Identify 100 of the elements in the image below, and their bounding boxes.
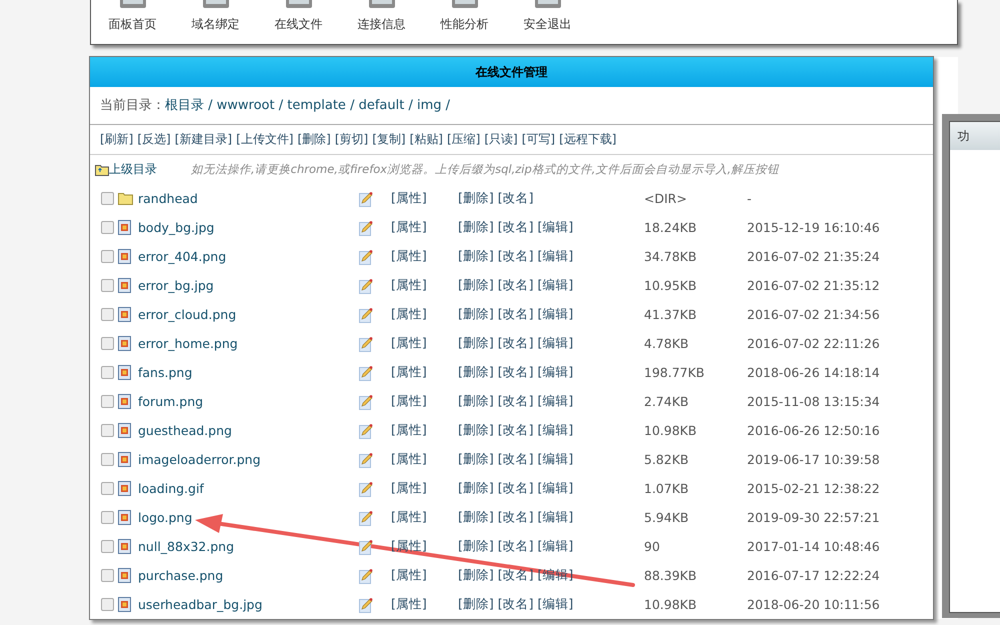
row-action-link[interactable]: [编辑]	[538, 422, 574, 439]
row-action-link[interactable]: [删除]	[458, 219, 494, 236]
toolbar-icon[interactable]	[532, 0, 562, 10]
toolbar-label[interactable]: 性能分析	[440, 16, 488, 33]
row-checkbox[interactable]	[100, 250, 114, 263]
row-action-link[interactable]: [编辑]	[538, 393, 574, 410]
file-name-link[interactable]: loading.gif	[138, 481, 359, 496]
row-action-link[interactable]: [删除]	[458, 393, 494, 410]
row-action-link[interactable]: [删除]	[458, 248, 494, 265]
properties-link[interactable]: [属性]	[391, 335, 458, 352]
row-action-link[interactable]: [改名]	[498, 190, 534, 207]
action-link[interactable]: [上传文件]	[236, 125, 294, 154]
pencil-icon[interactable]	[359, 596, 373, 612]
properties-link[interactable]: [属性]	[391, 190, 458, 207]
properties-link[interactable]: [属性]	[391, 596, 458, 613]
row-action-link[interactable]: [改名]	[498, 422, 534, 439]
row-action-link[interactable]: [编辑]	[538, 248, 574, 265]
row-checkbox[interactable]	[100, 598, 114, 611]
file-name-link[interactable]: randhead	[138, 191, 359, 206]
properties-link[interactable]: [属性]	[391, 480, 458, 497]
row-action-link[interactable]: [删除]	[458, 306, 494, 323]
row-action-link[interactable]: [编辑]	[538, 277, 574, 294]
pencil-icon[interactable]	[359, 248, 373, 264]
row-action-link[interactable]: [删除]	[458, 567, 494, 584]
properties-link[interactable]: [属性]	[391, 364, 458, 381]
row-checkbox[interactable]	[100, 308, 114, 321]
row-action-link[interactable]: [编辑]	[538, 509, 574, 526]
row-checkbox[interactable]	[100, 221, 114, 234]
pencil-icon[interactable]	[359, 568, 373, 584]
file-name-link[interactable]: guesthead.png	[138, 423, 359, 438]
properties-link[interactable]: [属性]	[391, 306, 458, 323]
pencil-icon[interactable]	[359, 278, 373, 294]
row-action-link[interactable]: [改名]	[498, 277, 534, 294]
action-link[interactable]: [粘贴]	[410, 125, 443, 154]
pencil-icon[interactable]	[359, 394, 373, 410]
action-link[interactable]: [反选]	[137, 125, 171, 154]
row-action-link[interactable]: [改名]	[498, 480, 534, 497]
row-action-link[interactable]: [改名]	[498, 306, 534, 323]
toolbar-label[interactable]: 安全退出	[524, 16, 572, 33]
action-link[interactable]: [新建目录]	[174, 125, 232, 154]
file-name-link[interactable]: purchase.png	[138, 568, 359, 583]
action-link[interactable]: [刷新]	[100, 125, 134, 154]
pencil-icon[interactable]	[359, 190, 373, 206]
row-checkbox[interactable]	[100, 366, 114, 379]
row-action-link[interactable]: [删除]	[458, 277, 494, 294]
file-name-link[interactable]: logo.png	[138, 510, 359, 525]
row-action-link[interactable]: [删除]	[458, 190, 494, 207]
row-action-link[interactable]: [改名]	[498, 364, 534, 381]
properties-link[interactable]: [属性]	[391, 219, 458, 236]
row-action-link[interactable]: [编辑]	[538, 596, 574, 613]
row-checkbox[interactable]	[100, 395, 114, 408]
pencil-icon[interactable]	[359, 336, 373, 352]
row-action-link[interactable]: [改名]	[498, 538, 534, 555]
file-name-link[interactable]: imageloaderror.png	[138, 452, 359, 467]
row-checkbox[interactable]	[100, 453, 114, 466]
file-name-link[interactable]: error_404.png	[138, 249, 359, 264]
file-name-link[interactable]: null_88x32.png	[138, 539, 359, 554]
file-name-link[interactable]: userheadbar_bg.jpg	[138, 597, 359, 612]
pencil-icon[interactable]	[359, 480, 373, 496]
action-link[interactable]: [远程下载]	[559, 125, 616, 154]
row-checkbox[interactable]	[100, 540, 114, 553]
action-link[interactable]: [删除]	[298, 125, 331, 154]
toolbar-icon[interactable]	[200, 0, 230, 10]
file-name-link[interactable]: error_bg.jpg	[138, 278, 359, 293]
file-name-link[interactable]: body_bg.jpg	[138, 220, 359, 235]
row-action-link[interactable]: [删除]	[458, 596, 494, 613]
action-link[interactable]: [剪切]	[334, 125, 368, 154]
properties-link[interactable]: [属性]	[391, 248, 458, 265]
row-action-link[interactable]: [改名]	[498, 567, 534, 584]
row-action-link[interactable]: [删除]	[458, 509, 494, 526]
row-action-link[interactable]: [删除]	[458, 538, 494, 555]
action-link[interactable]: [复制]	[372, 125, 406, 154]
row-action-link[interactable]: [编辑]	[538, 364, 574, 381]
pencil-icon[interactable]	[359, 306, 373, 322]
row-checkbox[interactable]	[100, 511, 114, 524]
properties-link[interactable]: [属性]	[391, 451, 458, 468]
row-action-link[interactable]: [改名]	[498, 393, 534, 410]
toolbar-label[interactable]: 面板首页	[108, 16, 156, 33]
pencil-icon[interactable]	[359, 364, 373, 380]
pencil-icon[interactable]	[359, 220, 373, 236]
action-link[interactable]: [只读]	[484, 125, 518, 154]
action-link[interactable]: [可写]	[522, 125, 556, 154]
pencil-icon[interactable]	[359, 538, 373, 554]
row-action-link[interactable]: [改名]	[498, 596, 534, 613]
breadcrumb-path[interactable]: 根目录 / wwwroot / template / default / img /	[165, 98, 450, 113]
row-checkbox[interactable]	[100, 569, 114, 582]
row-action-link[interactable]: [删除]	[458, 364, 494, 381]
toolbar-icon[interactable]	[450, 0, 480, 10]
row-action-link[interactable]: [改名]	[498, 219, 534, 236]
toolbar-label[interactable]: 域名绑定	[192, 16, 240, 33]
properties-link[interactable]: [属性]	[391, 277, 458, 294]
parent-dir-link[interactable]: 上级目录	[109, 161, 157, 178]
properties-link[interactable]: [属性]	[391, 509, 458, 526]
pencil-icon[interactable]	[359, 422, 373, 438]
properties-link[interactable]: [属性]	[391, 393, 458, 410]
pencil-icon[interactable]	[359, 510, 373, 526]
row-action-link[interactable]: [删除]	[458, 451, 494, 468]
pencil-icon[interactable]	[359, 452, 373, 468]
row-checkbox[interactable]	[100, 482, 114, 495]
action-link[interactable]: [压缩]	[447, 125, 480, 154]
